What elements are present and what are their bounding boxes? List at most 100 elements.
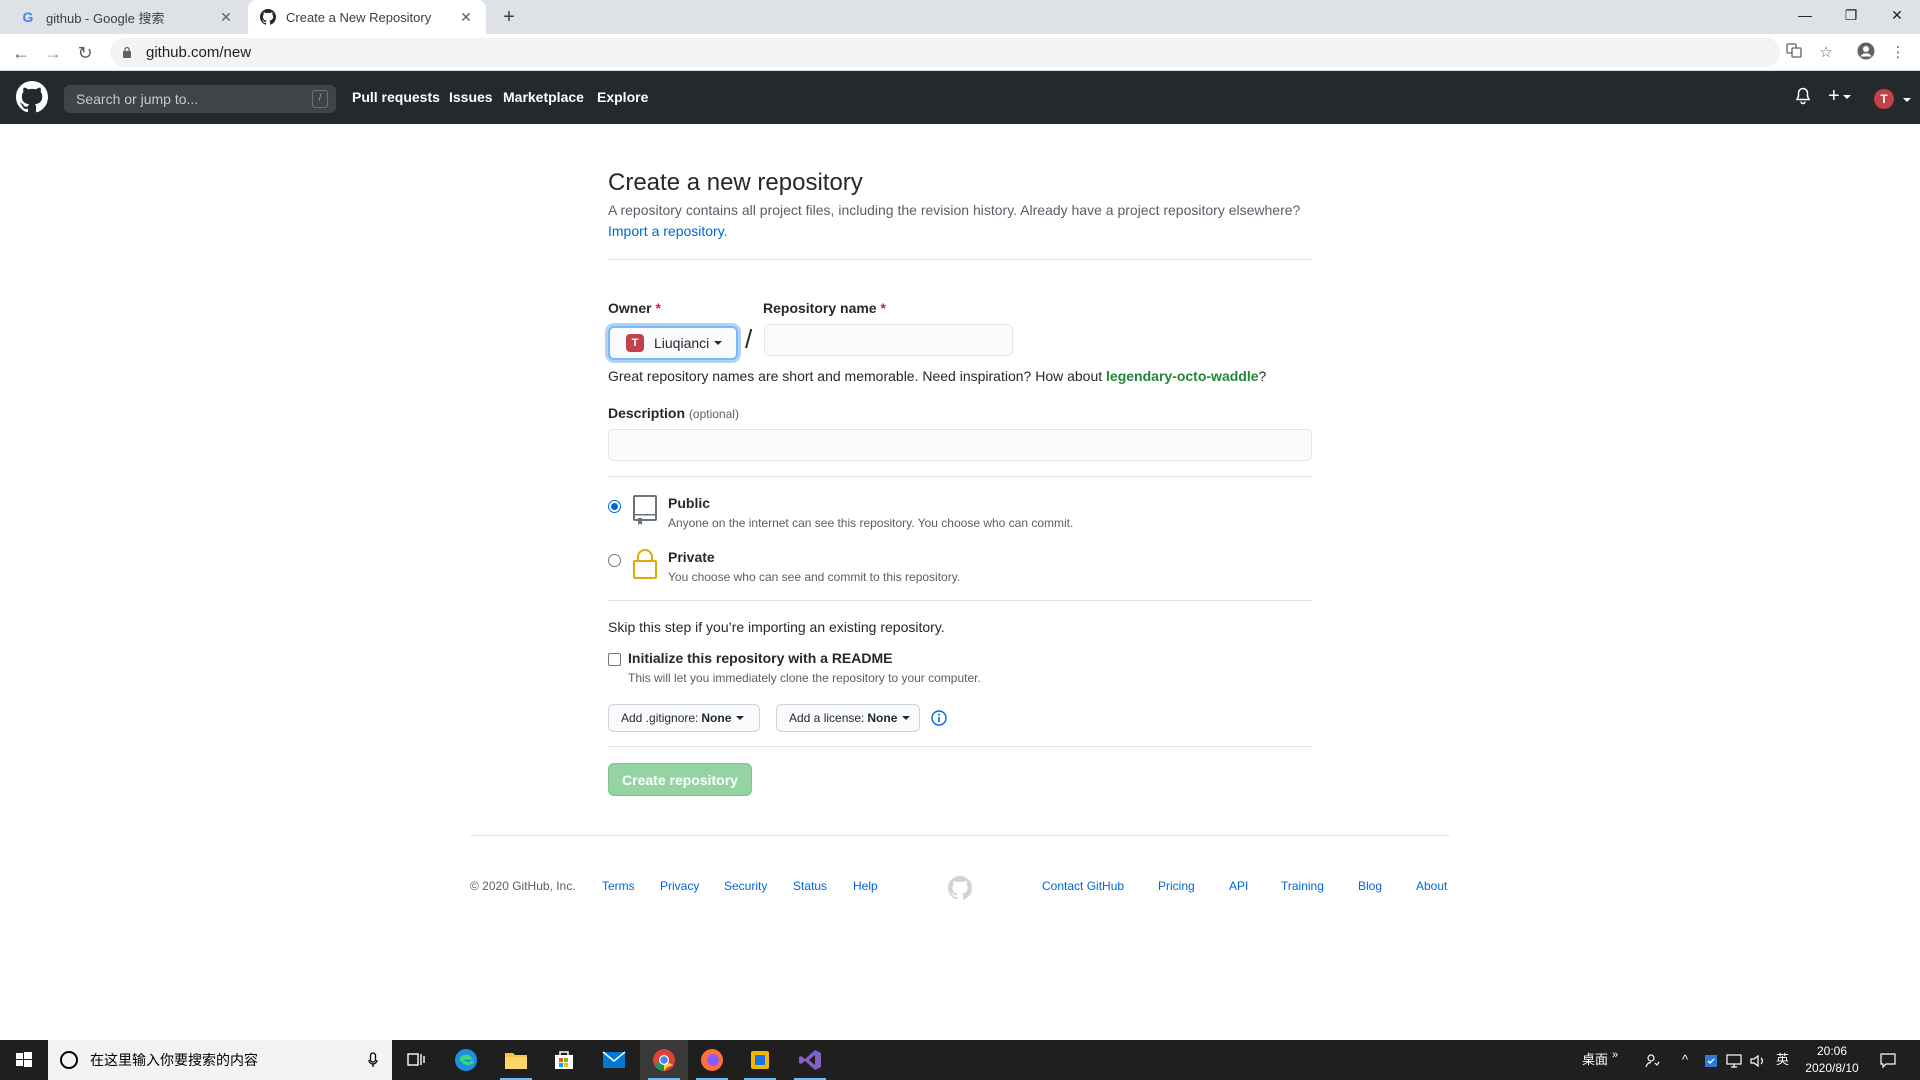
tab-title: github - Google 搜索 xyxy=(46,10,165,26)
footer-link-status[interactable]: Status xyxy=(793,879,827,893)
close-tab-icon[interactable]: ✕ xyxy=(218,9,234,26)
footer-link-security[interactable]: Security xyxy=(724,879,767,893)
readme-checkbox[interactable] xyxy=(608,653,621,666)
chevron-down-icon xyxy=(714,341,723,345)
security-tray-icon[interactable] xyxy=(1704,1040,1718,1080)
license-dropdown[interactable]: Add a license: None xyxy=(776,704,920,732)
divider xyxy=(608,259,1312,260)
divider xyxy=(608,746,1312,747)
forward-arrow-icon[interactable]: → xyxy=(40,40,66,66)
nav-issues[interactable]: Issues xyxy=(449,71,493,124)
repo-icon xyxy=(633,495,657,525)
desktop-toolbar-label[interactable]: 桌面 xyxy=(1582,1040,1608,1080)
microsoft-store-icon[interactable] xyxy=(540,1040,588,1080)
profile-icon[interactable] xyxy=(1855,42,1877,64)
import-repository-link[interactable]: Import a repository. xyxy=(608,223,728,239)
repository-name-input[interactable] xyxy=(764,324,1013,356)
new-tab-button[interactable]: + xyxy=(496,5,522,29)
action-center-icon[interactable] xyxy=(1880,1040,1896,1080)
nav-pull-requests[interactable]: Pull requests xyxy=(352,71,440,124)
footer-divider xyxy=(470,835,1450,836)
tab-title: Create a New Repository xyxy=(286,9,432,25)
lock-icon xyxy=(633,549,657,579)
address-bar[interactable]: github.com/new xyxy=(110,38,1780,67)
owner-label: Owner * xyxy=(608,300,661,316)
browser-tab-google[interactable]: G github - Google 搜索 ✕ xyxy=(8,0,246,34)
file-explorer-icon[interactable] xyxy=(492,1040,540,1080)
system-clock[interactable]: 20:06 2020/8/10 xyxy=(1796,1043,1868,1077)
tray-expand-icon[interactable]: ^ xyxy=(1682,1040,1688,1080)
translate-icon[interactable] xyxy=(1783,42,1805,64)
footer-link-terms[interactable]: Terms xyxy=(602,879,635,893)
lock-icon xyxy=(122,46,136,60)
toolbar-expand-icon[interactable]: » xyxy=(1612,1040,1618,1080)
nav-marketplace[interactable]: Marketplace xyxy=(503,71,584,124)
notifications-bell-icon[interactable] xyxy=(1795,87,1811,110)
private-description: You choose who can see and commit to thi… xyxy=(668,570,961,584)
private-radio[interactable] xyxy=(608,554,621,567)
user-tray-icon[interactable] xyxy=(1644,1040,1660,1080)
github-logo-icon[interactable] xyxy=(16,81,48,113)
footer-link-training[interactable]: Training xyxy=(1281,879,1324,893)
search-placeholder: Search or jump to... xyxy=(76,91,199,107)
info-icon[interactable] xyxy=(931,710,947,726)
reload-icon[interactable]: ↻ xyxy=(72,40,98,66)
owner-value: Liuqianci xyxy=(654,335,710,351)
public-description: Anyone on the internet can see this repo… xyxy=(668,516,1074,530)
description-input[interactable] xyxy=(608,429,1312,461)
github-footer-logo-icon[interactable] xyxy=(948,876,972,900)
browser-tab-github[interactable]: Create a New Repository ✕ xyxy=(248,0,486,34)
footer-link-api[interactable]: API xyxy=(1229,879,1248,893)
ime-indicator[interactable]: 英 xyxy=(1776,1040,1789,1080)
chevron-down-icon xyxy=(736,716,745,720)
private-title: Private xyxy=(668,549,715,565)
divider xyxy=(608,476,1312,477)
public-radio[interactable] xyxy=(608,500,621,513)
github-search-input[interactable]: Search or jump to... / xyxy=(64,85,336,113)
create-new-plus-icon[interactable]: + xyxy=(1828,85,1851,108)
footer-link-help[interactable]: Help xyxy=(853,879,878,893)
yellow-app-icon[interactable] xyxy=(736,1040,784,1080)
microphone-icon[interactable] xyxy=(368,1052,378,1071)
footer-link-pricing[interactable]: Pricing xyxy=(1158,879,1195,893)
windows-search-box[interactable]: 在这里输入你要搜索的内容 xyxy=(48,1040,392,1080)
minimize-window-icon[interactable]: — xyxy=(1782,0,1828,34)
owner-repo-separator: / xyxy=(745,324,753,354)
clock-time: 20:06 xyxy=(1816,1044,1848,1058)
restore-window-icon[interactable]: ❐ xyxy=(1828,0,1874,34)
search-shortcut-badge: / xyxy=(312,90,328,108)
volume-icon[interactable] xyxy=(1750,1040,1766,1080)
page-title: Create a new repository xyxy=(608,169,863,196)
chrome-icon[interactable] xyxy=(640,1040,688,1080)
footer-link-contact[interactable]: Contact GitHub xyxy=(1042,879,1124,893)
close-window-icon[interactable]: ✕ xyxy=(1874,0,1920,34)
task-view-icon[interactable] xyxy=(392,1040,440,1080)
avatar-caret-icon[interactable] xyxy=(1903,98,1911,102)
chevron-down-icon xyxy=(902,716,911,720)
clock-date: 2020/8/10 xyxy=(1805,1061,1859,1075)
visual-studio-icon[interactable] xyxy=(786,1040,834,1080)
footer-link-blog[interactable]: Blog xyxy=(1358,879,1382,893)
nav-explore[interactable]: Explore xyxy=(597,71,648,124)
description-label: Description (optional) xyxy=(608,405,739,421)
close-tab-icon[interactable]: ✕ xyxy=(458,9,474,26)
edge-browser-icon[interactable] xyxy=(442,1040,490,1080)
bookmark-star-icon[interactable]: ☆ xyxy=(1815,42,1837,64)
windows-start-button[interactable] xyxy=(0,1040,48,1080)
network-icon[interactable] xyxy=(1726,1040,1742,1080)
google-icon: G xyxy=(22,9,34,25)
create-repository-button[interactable]: Create repository xyxy=(608,763,752,796)
back-arrow-icon[interactable]: ← xyxy=(8,40,34,66)
footer-copyright: © 2020 GitHub, Inc. xyxy=(470,879,576,893)
owner-dropdown[interactable]: T Liuqianci xyxy=(608,326,738,360)
gitignore-dropdown[interactable]: Add .gitignore: None xyxy=(608,704,760,732)
firefox-icon[interactable] xyxy=(688,1040,736,1080)
footer-link-privacy[interactable]: Privacy xyxy=(660,879,699,893)
footer-link-about[interactable]: About xyxy=(1416,879,1447,893)
user-avatar[interactable]: T xyxy=(1874,89,1894,109)
suggested-name-link[interactable]: legendary-octo-waddle xyxy=(1106,368,1258,384)
public-title: Public xyxy=(668,495,711,511)
mail-icon[interactable] xyxy=(590,1040,638,1080)
browser-menu-icon[interactable]: ⋮ xyxy=(1887,42,1909,64)
github-header: Search or jump to... / Pull requests Iss… xyxy=(0,71,1920,124)
